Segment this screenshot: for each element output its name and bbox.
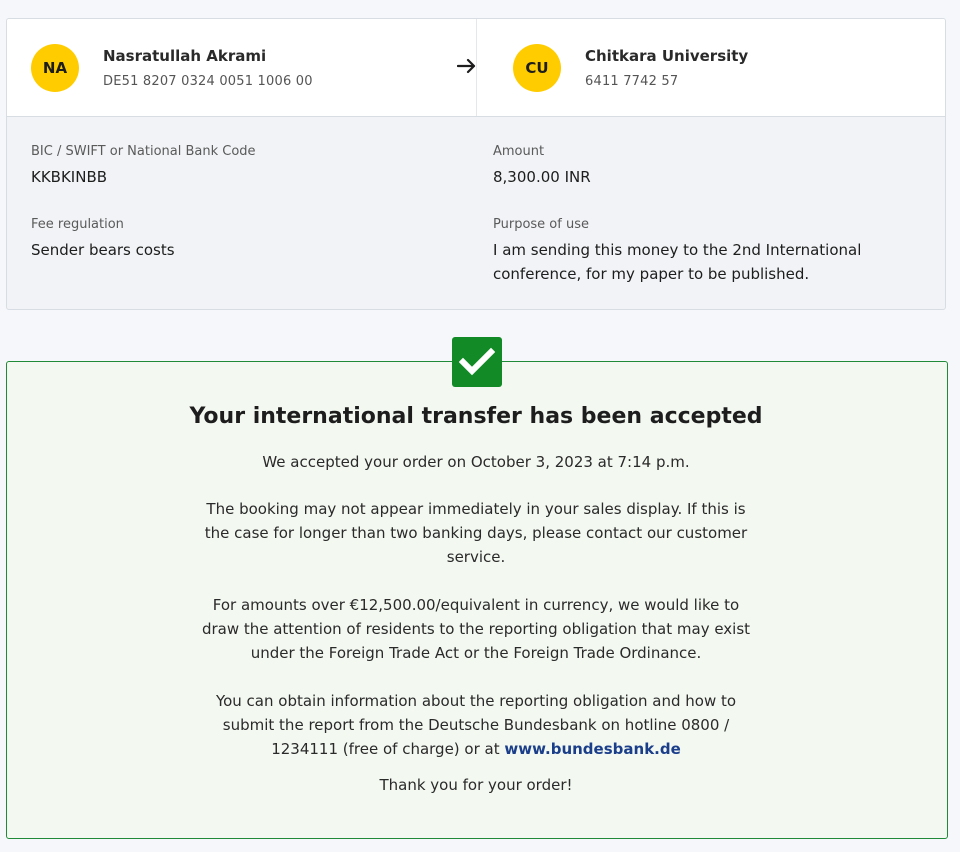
confirmation-title: Your international transfer has been acc… bbox=[189, 404, 763, 429]
amount-label: Amount bbox=[493, 144, 545, 159]
info-message: You can obtain information about the rep… bbox=[200, 689, 752, 761]
amount-value: 8,300.00 INR bbox=[493, 168, 591, 186]
sender-avatar: NA bbox=[31, 43, 79, 92]
recipient-account: 6411 7742 57 bbox=[585, 73, 679, 89]
purpose-value: I am sending this money to the 2nd Inter… bbox=[493, 241, 862, 283]
transfer-summary-card: NA Nasratullah Akrami DE51 8207 0324 005… bbox=[6, 18, 946, 310]
purpose-label: Purpose of use bbox=[493, 217, 589, 232]
transfer-details: BIC / SWIFT or National Bank Code KKBKIN… bbox=[7, 117, 945, 309]
recipient-avatar: CU bbox=[513, 43, 561, 92]
fee-label: Fee regulation bbox=[31, 217, 124, 232]
sender-section: NA Nasratullah Akrami DE51 8207 0324 005… bbox=[7, 19, 477, 116]
arrow-right-icon bbox=[456, 55, 478, 79]
sender-iban: DE51 8207 0324 0051 1006 00 bbox=[103, 73, 313, 89]
purpose-field: Purpose of use I am sending this money t… bbox=[493, 217, 893, 286]
thanks-message: Thank you for your order! bbox=[379, 776, 573, 794]
checkmark-icon bbox=[452, 337, 502, 387]
parties-row: NA Nasratullah Akrami DE51 8207 0324 005… bbox=[7, 19, 945, 117]
recipient-name: Chitkara University bbox=[585, 46, 749, 65]
sender-name: Nasratullah Akrami bbox=[103, 46, 267, 65]
bic-value: KKBKINBB bbox=[31, 168, 108, 186]
recipient-section: CU Chitkara University 6411 7742 57 bbox=[477, 19, 945, 116]
bic-label: BIC / SWIFT or National Bank Code bbox=[31, 144, 256, 159]
amount-field: Amount 8,300.00 INR bbox=[493, 144, 591, 189]
booking-message: The booking may not appear immediately i… bbox=[204, 500, 748, 566]
bundesbank-link[interactable]: www.bundesbank.de bbox=[504, 740, 680, 758]
accepted-message: We accepted your order on October 3, 202… bbox=[262, 453, 690, 471]
reporting-message: For amounts over €12,500.00/equivalent i… bbox=[201, 596, 751, 662]
bic-field: BIC / SWIFT or National Bank Code KKBKIN… bbox=[31, 144, 256, 189]
fee-value: Sender bears costs bbox=[31, 241, 175, 259]
fee-field: Fee regulation Sender bears costs bbox=[31, 217, 175, 262]
